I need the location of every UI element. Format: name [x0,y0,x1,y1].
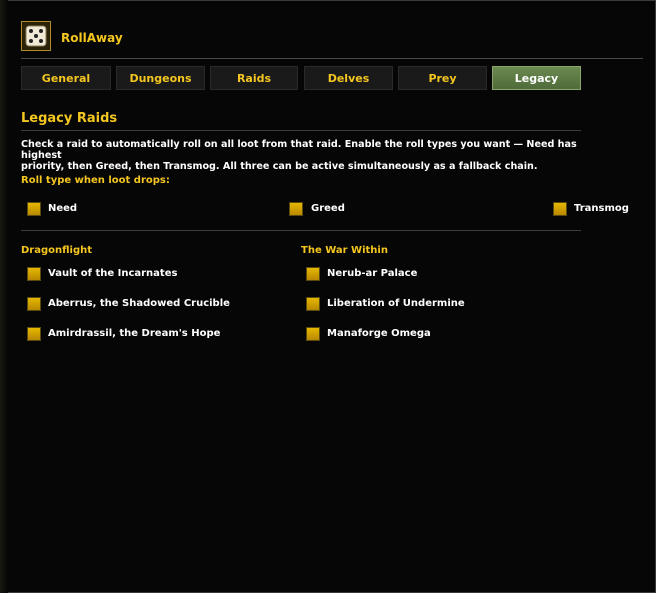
group-title-dragonflight: Dragonflight [21,245,93,256]
raid-label: Amirdrassil, the Dream's Hope [48,328,221,339]
raid-label: Nerub-ar Palace [327,268,418,279]
tab-general[interactable]: General [21,66,111,90]
dice-icon [21,21,51,51]
header-divider [21,58,643,59]
group-title-the-war-within: The War Within [301,245,388,256]
tab-dungeons[interactable]: Dungeons [116,66,205,90]
raid-label: Aberrus, the Shadowed Crucible [48,298,230,309]
raid-checkbox-liberation-of-undermine[interactable] [306,297,320,311]
raid-checkbox-amirdrassil[interactable] [27,327,41,341]
raid-checkbox-aberrus[interactable] [27,297,41,311]
roll-type-divider [21,230,581,231]
tab-raids[interactable]: Raids [210,66,298,90]
section-title: Legacy Raids [21,111,118,126]
transmog-checkbox[interactable] [553,202,567,216]
raid-label: Vault of the Incarnates [48,268,178,279]
tab-legacy[interactable]: Legacy [492,66,581,90]
greed-checkbox[interactable] [289,202,303,216]
raid-checkbox-manaforge-omega[interactable] [306,327,320,341]
need-checkbox[interactable] [27,202,41,216]
raid-label: Manaforge Omega [327,328,431,339]
window-edge [0,0,8,593]
section-description: Check a raid to automatically roll on al… [21,139,577,172]
raid-checkbox-vault-of-the-incarnates[interactable] [27,267,41,281]
raid-label: Liberation of Undermine [327,298,465,309]
raid-checkbox-nerub-ar-palace[interactable] [306,267,320,281]
section-divider [21,130,581,131]
roll-type-label: Roll type when loot drops: [21,175,170,186]
greed-label: Greed [311,203,345,214]
app-title: RollAway [61,31,123,45]
transmog-label: Transmog [574,203,629,214]
tab-prey[interactable]: Prey [398,66,487,90]
need-label: Need [48,203,78,214]
tab-delves[interactable]: Delves [304,66,393,90]
